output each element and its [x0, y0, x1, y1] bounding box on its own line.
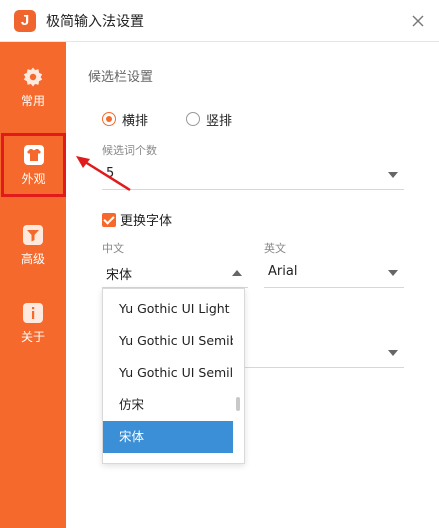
info-icon [23, 303, 43, 323]
sidebar-item-appearance[interactable]: 外观 [1, 133, 66, 197]
sidebar-item-label: 高级 [20, 252, 45, 266]
font-option[interactable]: Yu Gothic UI Light [103, 293, 233, 325]
english-font-label: 英文 [264, 242, 286, 255]
chevron-down-icon [388, 350, 398, 356]
title-bar: J 极简输入法设置 [0, 0, 439, 42]
close-icon[interactable] [409, 12, 427, 30]
sidebar-item-advanced[interactable]: 高级 [0, 214, 66, 276]
shirt-icon [23, 145, 44, 165]
settings-panel: 候选栏设置 横排 竖排 候选词个数 5 更换字体 中文 宋体 英文 Arial … [66, 42, 439, 528]
sidebar: 常用 外观 高级 关于 [0, 42, 66, 528]
window-title: 极简输入法设置 [46, 14, 144, 30]
english-font-value: Arial [268, 264, 298, 279]
section-title: 候选栏设置 [88, 70, 154, 85]
font-dropdown-list[interactable]: Yu Gothic UI Light Yu Gothic UI Semib Yu… [102, 288, 245, 464]
sidebar-item-label: 外观 [21, 172, 46, 186]
chinese-font-value: 宋体 [106, 268, 133, 283]
candidate-count-select[interactable]: 5 [102, 160, 404, 190]
sidebar-item-label: 常用 [20, 94, 45, 108]
checkbox-check-icon [102, 212, 116, 227]
chevron-down-icon [388, 270, 398, 276]
hidden-option-select[interactable] [244, 338, 404, 368]
candidate-count-label: 候选词个数 [102, 144, 157, 157]
chevron-up-icon [232, 270, 242, 276]
radio-label: 横排 [122, 113, 149, 129]
sidebar-item-about[interactable]: 关于 [0, 292, 66, 354]
radio-dot [186, 112, 200, 126]
app-logo: J [14, 10, 36, 32]
radio-vertical[interactable]: 竖排 [186, 110, 233, 129]
radio-dot [102, 112, 116, 126]
dropdown-scrollbar[interactable] [236, 397, 240, 411]
candidate-count-value: 5 [106, 166, 115, 181]
radio-label: 竖排 [206, 113, 233, 129]
sidebar-item-label: 关于 [20, 330, 45, 344]
funnel-icon [23, 225, 43, 245]
font-option[interactable]: 仿宋 [103, 389, 233, 421]
gear-icon [23, 67, 43, 87]
chevron-down-icon [388, 172, 398, 178]
font-option[interactable]: Yu Gothic UI Semili [103, 357, 233, 389]
checkbox-label: 更换字体 [120, 214, 173, 229]
chinese-font-label: 中文 [102, 242, 124, 255]
radio-horizontal[interactable]: 横排 [102, 110, 149, 129]
sidebar-item-common[interactable]: 常用 [0, 56, 66, 118]
chinese-font-select[interactable]: 宋体 [102, 258, 248, 288]
change-font-checkbox[interactable]: 更换字体 [102, 210, 172, 229]
english-font-select[interactable]: Arial [264, 258, 404, 288]
font-option-selected[interactable]: 宋体 [103, 421, 233, 453]
font-option[interactable]: Yu Gothic UI Semib [103, 325, 233, 357]
